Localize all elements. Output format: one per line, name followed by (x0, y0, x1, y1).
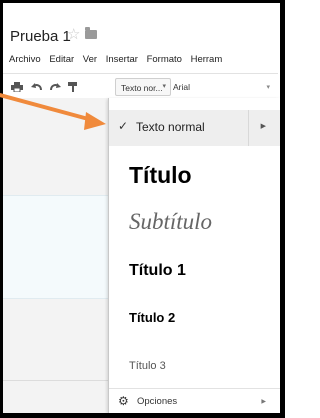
font-select-chevron-icon[interactable]: ▾ (266, 83, 270, 91)
menu-item-heading-3[interactable]: Título 3 (129, 360, 166, 372)
document-title[interactable]: Prueba 1 (10, 28, 71, 45)
menu-item-heading-1[interactable]: Título 1 (129, 262, 186, 280)
menu-divider (109, 388, 280, 389)
options-label: Opciones (137, 396, 178, 407)
page-gap (3, 195, 108, 299)
font-select[interactable]: Arial (173, 82, 190, 92)
menu-formato[interactable]: Formato (147, 54, 182, 65)
submenu-divider (248, 110, 249, 146)
menu-herramientas[interactable]: Herram (191, 54, 223, 65)
print-icon[interactable] (11, 82, 23, 92)
menu-item-label: Texto normal (136, 120, 205, 134)
menu-item-title[interactable]: Título (129, 162, 192, 189)
menu-item-normal-text[interactable]: ✓ Texto normal ▶ (109, 110, 280, 146)
paragraph-style-select[interactable]: Texto nor... ▾ (115, 78, 171, 96)
submenu-arrow-icon: ▶ (261, 399, 266, 405)
paragraph-style-menu: ✓ Texto normal ▶ Título Subtítulo Título… (108, 98, 280, 413)
menu-insertar[interactable]: Insertar (106, 54, 138, 65)
paragraph-style-value: Texto nor... (121, 83, 163, 93)
submenu-arrow-icon[interactable]: ▶ (261, 122, 266, 130)
gear-icon: ⚙ (118, 394, 129, 408)
menu-item-options[interactable]: ⚙ Opciones ▶ (109, 390, 280, 412)
page-line (3, 380, 108, 381)
undo-icon[interactable] (31, 82, 43, 92)
folder-icon[interactable] (85, 27, 97, 39)
menu-item-heading-2[interactable]: Título 2 (129, 310, 175, 325)
chevron-down-icon: ▾ (162, 83, 166, 90)
paint-format-icon[interactable] (67, 82, 79, 92)
menu-bar: Archivo Editar Ver Insertar Formato Herr… (9, 54, 228, 65)
menu-archivo[interactable]: Archivo (9, 54, 41, 65)
menu-editar[interactable]: Editar (49, 54, 74, 65)
menu-ver[interactable]: Ver (83, 54, 97, 65)
star-icon[interactable]: ☆ (67, 25, 80, 43)
checkmark-icon: ✓ (118, 119, 129, 133)
redo-icon[interactable] (49, 82, 61, 92)
menu-item-subtitle[interactable]: Subtítulo (129, 209, 212, 235)
toolbar-divider (3, 73, 278, 74)
